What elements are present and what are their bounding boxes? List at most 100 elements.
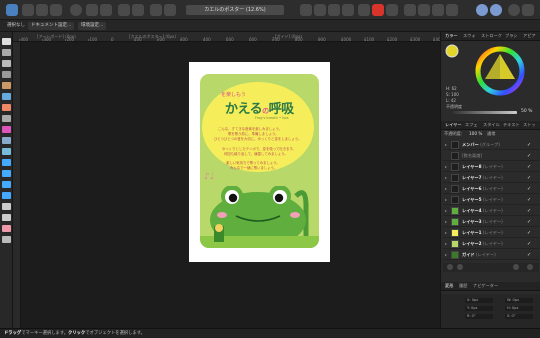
grid-icon[interactable] xyxy=(70,4,82,16)
expand-icon[interactable]: ▸ xyxy=(445,175,447,180)
tab-styles[interactable]: スタイル xyxy=(483,122,500,128)
preferences-icon[interactable] xyxy=(522,4,534,16)
snapping-toggle-icon[interactable] xyxy=(490,4,502,16)
artboard[interactable]: を楽しもう かえるの呼吸 Frog's breath • tips こんな、すて… xyxy=(189,62,330,262)
visibility-checkbox[interactable]: ✓ xyxy=(527,208,531,214)
undo-icon[interactable] xyxy=(86,4,98,16)
crop-tool-icon[interactable] xyxy=(2,137,11,144)
boolean-intersect-icon[interactable] xyxy=(432,4,444,16)
zoom-tool-icon[interactable] xyxy=(2,236,11,243)
expand-icon[interactable]: ▸ xyxy=(445,142,447,147)
order-icon[interactable] xyxy=(164,4,176,16)
tab-layers[interactable]: レイヤー xyxy=(445,122,462,128)
boolean-icon[interactable] xyxy=(386,4,398,16)
layer-row[interactable]: ▸ レイヤー1 (レイヤー) ✓ xyxy=(443,228,539,238)
visibility-checkbox[interactable]: ✓ xyxy=(527,153,531,159)
align-icon[interactable] xyxy=(300,4,312,16)
visibility-checkbox[interactable]: ✓ xyxy=(527,186,531,192)
persona-designer-icon[interactable] xyxy=(22,4,34,16)
tab-text-styles[interactable]: テキスト xyxy=(503,122,520,128)
app-menu-icon[interactable] xyxy=(6,4,18,16)
tab-brush[interactable]: ブラシ xyxy=(505,33,517,39)
fill-stroke-swatch[interactable] xyxy=(445,44,459,58)
distribute-icon[interactable] xyxy=(342,4,354,16)
expand-icon[interactable]: ▸ xyxy=(445,219,447,224)
expand-icon[interactable]: ▸ xyxy=(445,186,447,191)
layer-row[interactable]: ▸ レイヤー6 (レイヤー) ✓ xyxy=(443,184,539,194)
document-title[interactable]: カエルのポスター (12.6%) xyxy=(186,5,284,15)
color-icon[interactable] xyxy=(372,4,384,16)
visibility-checkbox[interactable]: ✓ xyxy=(527,219,531,225)
persona-pixel-icon[interactable] xyxy=(36,4,48,16)
assistant-icon[interactable] xyxy=(508,4,520,16)
color-wheel[interactable] xyxy=(475,46,525,96)
tab-navigator[interactable]: ナビゲーター xyxy=(473,283,498,289)
expand-icon[interactable]: ▸ xyxy=(445,230,447,235)
add-pixel-layer-icon[interactable] xyxy=(447,264,453,270)
vector-brush-tool-icon[interactable] xyxy=(2,93,11,100)
poster-card[interactable]: を楽しもう かえるの呼吸 Frog's breath • tips こんな、すて… xyxy=(200,74,319,248)
blend-mode-select[interactable]: 通常 xyxy=(487,131,495,137)
visibility-checkbox[interactable]: ✓ xyxy=(527,197,531,203)
tab-color[interactable]: カラー xyxy=(445,33,458,39)
insert-icon[interactable] xyxy=(150,4,162,16)
rotation-field[interactable]: R: 0° xyxy=(465,314,493,319)
layer-row[interactable]: ▸ メンバー (グループ) ✓ xyxy=(443,140,539,150)
rounded-rect-tool-icon[interactable] xyxy=(2,181,11,188)
node-tool-icon[interactable] xyxy=(2,49,11,56)
y-field[interactable]: Y: 0px xyxy=(465,306,493,311)
frame-text-tool-icon[interactable] xyxy=(2,214,11,221)
layer-row[interactable]: ▸ レイヤー8 (レイヤー) ✓ xyxy=(443,162,539,172)
ellipse-tool-icon[interactable] xyxy=(2,170,11,177)
frog-illustration[interactable] xyxy=(200,186,319,248)
layer-row[interactable]: ▸ レイヤー5 (レイヤー) ✓ xyxy=(443,195,539,205)
visibility-checkbox[interactable]: ✓ xyxy=(527,175,531,181)
tab-appearance[interactable]: アピア xyxy=(523,33,536,39)
redo-icon[interactable] xyxy=(100,4,112,16)
fill-tool-icon[interactable] xyxy=(2,104,11,111)
expand-icon[interactable]: ▸ xyxy=(445,241,447,246)
boolean-subtract-icon[interactable] xyxy=(418,4,430,16)
opacity-slider[interactable] xyxy=(453,111,517,114)
boolean-divide-icon[interactable] xyxy=(446,4,458,16)
shape-tool-icon[interactable] xyxy=(2,192,11,199)
tab-transform[interactable]: 変形 xyxy=(445,283,453,289)
rectangle-tool-icon[interactable] xyxy=(2,159,11,166)
align-center-icon[interactable] xyxy=(314,4,326,16)
slice-tool-icon[interactable] xyxy=(2,148,11,155)
boolean-add-icon[interactable] xyxy=(404,4,416,16)
preferences-button[interactable]: 環境設定... xyxy=(78,22,107,30)
place-image-tool-icon[interactable] xyxy=(2,126,11,133)
tab-stroke[interactable]: ストローク xyxy=(481,33,502,39)
tab-effects[interactable]: エフェ xyxy=(465,122,478,128)
text-tool-icon[interactable] xyxy=(2,203,11,210)
visibility-checkbox[interactable]: ✓ xyxy=(527,142,531,148)
add-group-icon[interactable] xyxy=(513,264,519,270)
layer-row[interactable]: ▸ ガイド (レイヤー) ✓ xyxy=(443,250,539,260)
layer-row[interactable]: ▸ レイヤー3 (レイヤー) ✓ xyxy=(443,217,539,227)
studio-icon[interactable] xyxy=(476,4,488,16)
expand-icon[interactable]: ▸ xyxy=(445,252,447,257)
visibility-checkbox[interactable]: ✓ xyxy=(527,241,531,247)
expand-icon[interactable]: ▸ xyxy=(445,164,447,169)
h-field[interactable]: H: 0px xyxy=(505,306,533,311)
add-layer-icon[interactable] xyxy=(457,264,463,270)
visibility-checkbox[interactable]: ✓ xyxy=(527,230,531,236)
document-setup-button[interactable]: ドキュメント設定... xyxy=(28,22,75,30)
persona-export-icon[interactable] xyxy=(50,4,62,16)
w-field[interactable]: W: 0px xyxy=(505,298,533,303)
visibility-checkbox[interactable]: ✓ xyxy=(527,164,531,170)
expand-icon[interactable]: ▸ xyxy=(445,208,447,213)
delete-layer-icon[interactable] xyxy=(527,264,533,270)
opacity-value[interactable]: 50 % xyxy=(521,109,532,114)
layer-row[interactable]: ▸ レイヤー2 (レイヤー) ✓ xyxy=(443,239,539,249)
align-right-icon[interactable] xyxy=(328,4,340,16)
pen-icon[interactable] xyxy=(358,4,370,16)
shear-field[interactable]: S: 0° xyxy=(505,314,533,319)
tab-swatches[interactable]: スウォ xyxy=(463,33,476,39)
snapping-icon[interactable] xyxy=(132,4,144,16)
layer-row[interactable]: ▸ レイヤー7 (レイヤー) ✓ xyxy=(443,173,539,183)
pen-tool-icon[interactable] xyxy=(2,71,11,78)
layer-row[interactable]: [数名楽譜] ✓ xyxy=(443,151,539,161)
transparency-tool-icon[interactable] xyxy=(2,115,11,122)
